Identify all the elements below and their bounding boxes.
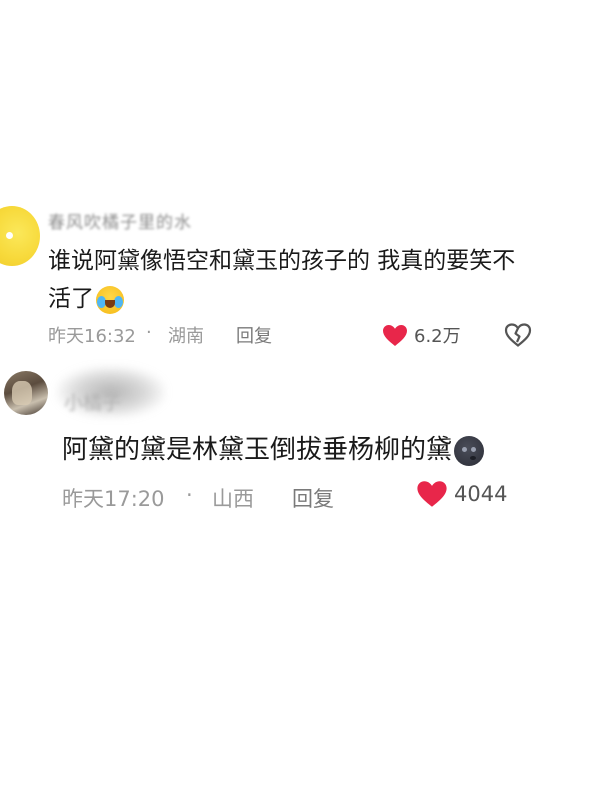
avatar[interactable] bbox=[4, 371, 48, 415]
avatar-highlight bbox=[6, 232, 13, 239]
avatar-figure bbox=[12, 381, 32, 405]
reply-button[interactable]: 回复 bbox=[236, 322, 272, 348]
username[interactable]: 小橘子 bbox=[64, 388, 121, 415]
comment-time: 昨天17:20 bbox=[62, 487, 165, 511]
new-moon-face-icon bbox=[454, 435, 485, 466]
meta-separator: · bbox=[146, 322, 152, 343]
like-button[interactable]: 4044 bbox=[416, 480, 507, 508]
comment-text-body: 阿黛的黛是林黛玉倒拔垂杨柳的黛 bbox=[62, 435, 453, 465]
like-count: 6.2万 bbox=[414, 326, 461, 347]
like-button[interactable]: 6.2万 bbox=[382, 322, 461, 348]
comment-location: 山西 bbox=[212, 487, 254, 511]
avatar[interactable] bbox=[0, 206, 40, 266]
like-count: 4044 bbox=[454, 482, 508, 506]
comment-thread: 春风吹橘子里的水 谁说阿黛像悟空和黛玉的孩子的 我真的要笑不活了 昨天16:32… bbox=[0, 0, 600, 800]
heart-icon bbox=[383, 324, 407, 346]
comment-text: 阿黛的黛是林黛玉倒拔垂杨柳的黛 bbox=[62, 430, 532, 470]
reply-button[interactable]: 回复 bbox=[292, 483, 334, 513]
comment-text: 谁说阿黛像悟空和黛玉的孩子的 我真的要笑不活了 bbox=[48, 242, 528, 318]
heart-icon bbox=[417, 481, 447, 507]
meta-separator: · bbox=[186, 483, 193, 507]
comment-location: 湖南 bbox=[168, 326, 204, 347]
username[interactable]: 春风吹橘子里的水 bbox=[48, 208, 192, 233]
loudly-crying-face-icon bbox=[96, 285, 124, 314]
comment-time: 昨天16:32 bbox=[48, 326, 136, 347]
broken-heart-icon[interactable] bbox=[504, 323, 532, 347]
